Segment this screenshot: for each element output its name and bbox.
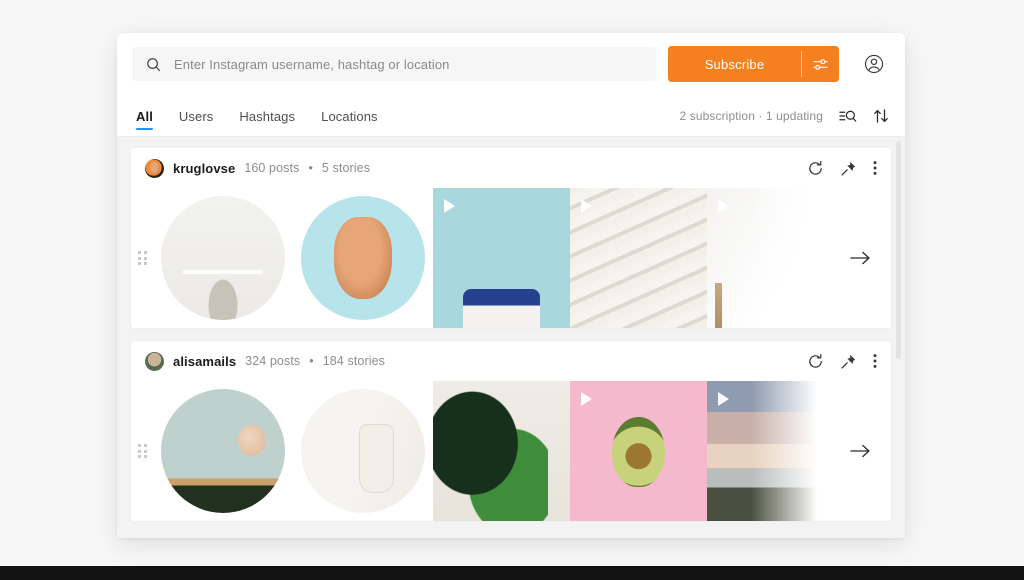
tab-locations-label: Locations <box>321 109 378 124</box>
play-icon <box>444 199 455 213</box>
next-button[interactable] <box>829 381 891 521</box>
tab-all-label: All <box>136 109 153 124</box>
scrollbar-thumb[interactable] <box>896 141 901 359</box>
tab-users[interactable]: Users <box>179 95 213 136</box>
subscribe-options-button[interactable] <box>802 46 839 82</box>
play-icon <box>581 199 592 213</box>
more-vertical-icon <box>873 160 877 176</box>
card-actions <box>807 160 877 177</box>
arrow-right-icon <box>849 250 871 266</box>
thumbnail-image <box>301 389 425 513</box>
play-icon <box>581 392 592 406</box>
play-icon <box>718 392 729 406</box>
subscribe-button[interactable]: Subscribe <box>668 46 801 82</box>
sort-button[interactable] <box>873 108 889 124</box>
drag-handle[interactable] <box>131 251 153 265</box>
story-thumbnail[interactable] <box>293 188 433 328</box>
card-actions <box>807 353 877 370</box>
drag-handle[interactable] <box>131 444 153 458</box>
tab-bar: All Users Hashtags Locations 2 subscript… <box>117 95 905 137</box>
subscribe-group: Subscribe <box>668 46 839 82</box>
card-body <box>131 188 891 328</box>
subscription-card: alisamails 324 posts • 184 stories <box>131 341 891 521</box>
app-window: Enter Instagram username, hashtag or loc… <box>117 33 905 538</box>
top-bar: Enter Instagram username, hashtag or loc… <box>117 33 905 95</box>
tab-locations[interactable]: Locations <box>321 95 378 136</box>
account-circle-icon <box>863 53 885 75</box>
story-count: 184 stories <box>322 354 385 368</box>
post-thumbnail[interactable] <box>707 381 829 521</box>
refresh-icon <box>807 353 824 370</box>
pin-button[interactable] <box>840 353 857 370</box>
tab-hashtags-label: Hashtags <box>239 109 296 124</box>
account-username[interactable]: alisamails <box>173 354 236 369</box>
thumbnail-image <box>301 196 425 320</box>
search-placeholder: Enter Instagram username, hashtag or loc… <box>174 56 450 72</box>
refresh-button[interactable] <box>807 353 824 370</box>
avatar <box>145 158 164 178</box>
meta-separator: • <box>308 161 313 175</box>
post-thumbnail[interactable] <box>570 188 707 328</box>
sliders-icon <box>812 57 829 72</box>
thumbnail-image <box>433 381 570 521</box>
thumbnail-strip[interactable] <box>153 188 829 328</box>
filter-search-icon <box>839 108 857 124</box>
subscription-status: 2 subscription · 1 updating <box>679 108 823 123</box>
app-root: Enter Instagram username, hashtag or loc… <box>0 0 1024 580</box>
search-icon <box>146 57 161 72</box>
tab-hashtags[interactable]: Hashtags <box>239 95 295 136</box>
thumbnail-image <box>161 196 285 320</box>
account-username[interactable]: kruglovse <box>173 161 235 176</box>
thumbnail-image <box>161 389 285 513</box>
post-count: 160 posts <box>244 161 300 175</box>
card-header: kruglovse 160 posts • 5 stories <box>131 148 891 188</box>
story-thumbnail[interactable] <box>293 381 433 521</box>
tab-users-label: Users <box>178 109 214 124</box>
card-list: kruglovse 160 posts • 5 stories alisamai… <box>117 137 905 521</box>
drag-grip-icon <box>137 251 147 265</box>
meta-separator: • <box>309 354 314 368</box>
play-icon <box>718 199 729 213</box>
filter-search-button[interactable] <box>839 108 857 124</box>
pin-icon <box>840 160 857 177</box>
screen-bottom-band <box>0 566 1024 580</box>
post-thumbnail[interactable] <box>433 381 570 521</box>
tab-list: All Users Hashtags Locations <box>133 95 378 136</box>
more-vertical-icon <box>873 353 877 369</box>
refresh-button[interactable] <box>807 160 824 177</box>
arrow-right-icon <box>849 443 871 459</box>
subscription-card: kruglovse 160 posts • 5 stories <box>131 148 891 328</box>
sort-arrows-icon <box>873 108 889 124</box>
thumbnail-strip[interactable] <box>153 381 829 521</box>
pin-icon <box>840 353 857 370</box>
card-header: alisamails 324 posts • 184 stories <box>131 341 891 381</box>
account-button[interactable] <box>857 47 891 81</box>
post-thumbnail[interactable] <box>707 188 829 328</box>
more-options-button[interactable] <box>873 353 877 369</box>
post-count: 324 posts <box>245 354 301 368</box>
card-body <box>131 381 891 521</box>
refresh-icon <box>807 160 824 177</box>
story-thumbnail[interactable] <box>153 381 293 521</box>
avatar <box>145 351 164 371</box>
drag-grip-icon <box>137 444 147 458</box>
story-thumbnail[interactable] <box>153 188 293 328</box>
more-options-button[interactable] <box>873 160 877 176</box>
tab-bar-tools: 2 subscription · 1 updating <box>680 108 889 124</box>
next-button[interactable] <box>829 188 891 328</box>
post-thumbnail[interactable] <box>433 188 570 328</box>
subscription-list: kruglovse 160 posts • 5 stories alisamai… <box>117 137 905 538</box>
tab-all[interactable]: All <box>136 95 153 136</box>
story-count: 5 stories <box>321 161 371 175</box>
pin-button[interactable] <box>840 160 857 177</box>
scrollbar[interactable] <box>894 137 902 538</box>
post-thumbnail[interactable] <box>570 381 707 521</box>
search-input[interactable]: Enter Instagram username, hashtag or loc… <box>132 47 656 81</box>
